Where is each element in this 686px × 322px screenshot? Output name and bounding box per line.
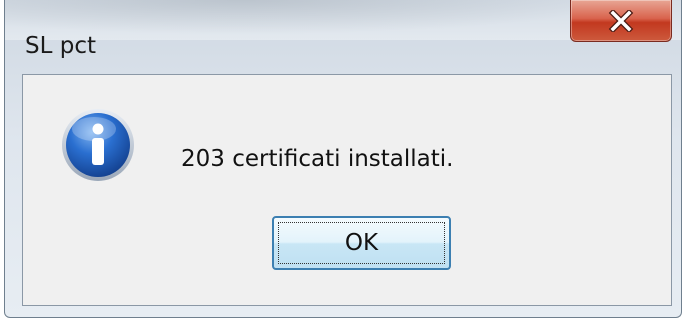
- close-icon: [608, 9, 634, 32]
- dialog-body: 203 certificati installati. OK: [22, 74, 672, 306]
- close-button[interactable]: [570, 0, 672, 42]
- message-box-window: SL pct 203 certificati installati. OK: [4, 0, 682, 318]
- message-text: 203 certificati installati.: [181, 146, 454, 172]
- window-title: SL pct: [25, 33, 96, 59]
- ok-button[interactable]: OK: [272, 216, 451, 270]
- info-icon: [62, 109, 134, 181]
- ok-button-label: OK: [344, 230, 379, 256]
